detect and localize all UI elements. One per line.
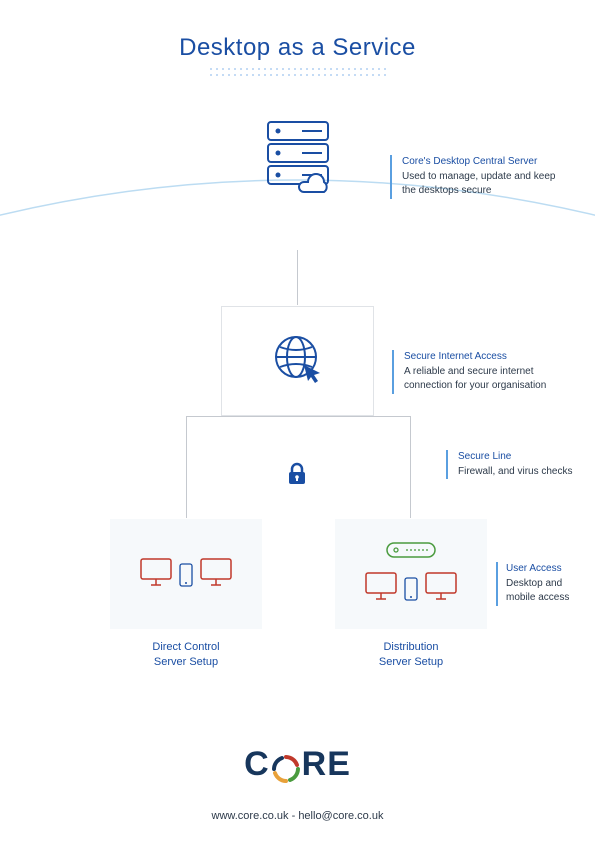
- internet-desc-body: A reliable and secure internet connectio…: [404, 365, 582, 394]
- logo-ring-icon: [272, 753, 300, 781]
- user-desc-title: User Access: [506, 562, 591, 577]
- distribution-label: Distribution Server Setup: [335, 640, 487, 670]
- direct-control-label: Direct Control Server Setup: [110, 640, 262, 670]
- internet-desc-title: Secure Internet Access: [404, 350, 582, 365]
- logo-right: RE: [302, 745, 351, 784]
- card-a-line1: Direct Control: [110, 640, 262, 655]
- server-description: Core's Desktop Central Server Used to ma…: [390, 155, 570, 199]
- secure-desc-body: Firewall, and virus checks: [458, 465, 576, 480]
- phone-icon: [404, 577, 418, 606]
- server-desc-title: Core's Desktop Central Server: [402, 155, 570, 170]
- page-title: Desktop as a Service: [0, 0, 595, 62]
- card-a-line2: Server Setup: [110, 655, 262, 670]
- user-access-description: User Access Desktop and mobile access: [496, 562, 591, 606]
- connector-line: [297, 250, 298, 305]
- title-dots-decoration: [208, 66, 388, 78]
- card-b-line2: Server Setup: [335, 655, 487, 670]
- distribution-card: [335, 519, 487, 629]
- card-b-line1: Distribution: [335, 640, 487, 655]
- monitor-icon: [364, 571, 398, 606]
- direct-control-card: [110, 519, 262, 629]
- server-desc-body: Used to manage, update and keep the desk…: [402, 170, 570, 199]
- contact-info: www.core.co.uk - hello@core.co.uk: [0, 810, 595, 822]
- router-icon: [386, 542, 436, 563]
- monitor-icon: [424, 571, 458, 606]
- lock-icon: [287, 462, 307, 491]
- secure-desc-title: Secure Line: [458, 450, 576, 465]
- server-stack-icon: [258, 118, 338, 199]
- monitor-icon: [199, 557, 233, 592]
- secure-line-description: Secure Line Firewall, and virus checks: [446, 450, 576, 479]
- internet-description: Secure Internet Access A reliable and se…: [392, 350, 582, 394]
- phone-icon: [179, 563, 193, 592]
- logo-left: C: [244, 745, 270, 784]
- core-logo: C RE: [0, 745, 595, 784]
- internet-box: [221, 306, 374, 416]
- user-desc-body: Desktop and mobile access: [506, 577, 591, 606]
- globe-cursor-icon: [270, 331, 326, 392]
- monitor-icon: [139, 557, 173, 592]
